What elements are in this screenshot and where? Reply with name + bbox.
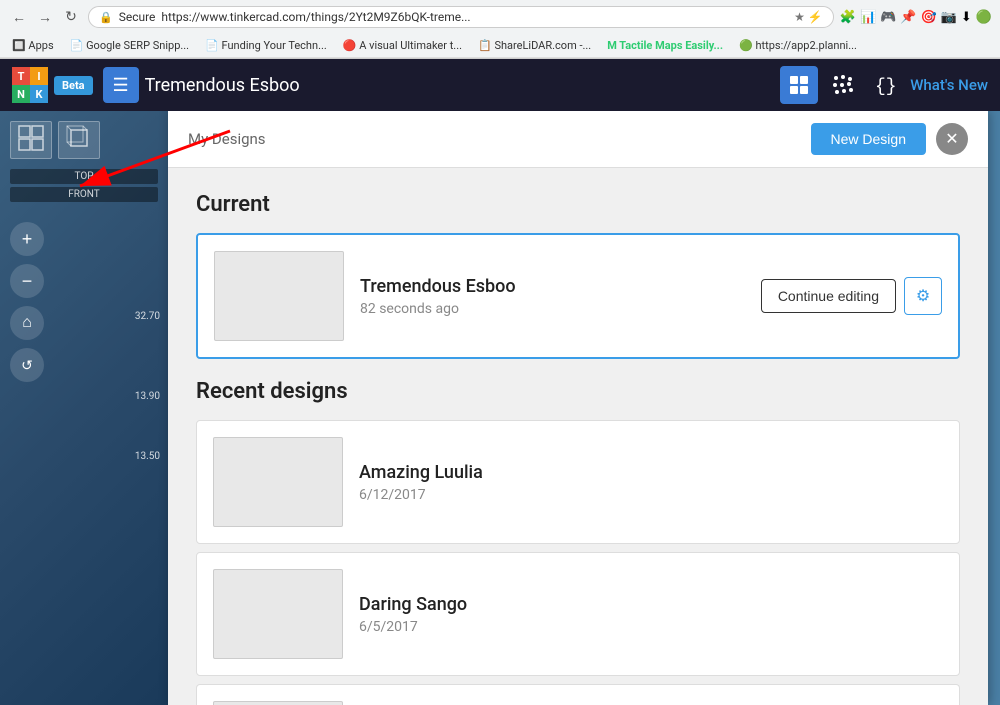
grid-icon <box>789 75 809 95</box>
current-section: Current Tremendous Esboo 82 seconds ago … <box>196 192 960 359</box>
recent-section: Recent designs Amazing Luulia 6/12/2017 <box>196 379 960 705</box>
nav-buttons: ← → ↻ <box>8 6 82 28</box>
rotate-button[interactable]: ↺ <box>10 348 44 382</box>
recent-date-0: 6/12/2017 <box>359 487 943 503</box>
dropdown-header-left: My Designs <box>188 130 266 148</box>
recent-info-1: Daring Sango 6/5/2017 <box>359 594 943 635</box>
bookmark-5[interactable]: M Tactile Maps Easily... <box>603 37 727 54</box>
recent-thumbnail-1 <box>213 569 343 659</box>
recent-design-item-1: Daring Sango 6/5/2017 <box>197 553 959 675</box>
continue-editing-button[interactable]: Continue editing <box>761 279 896 313</box>
menu-icon: ☰ <box>113 75 129 96</box>
secure-label: Secure <box>119 10 156 24</box>
bookmark-6[interactable]: 🟢 https://app2.planni... <box>735 37 861 54</box>
recent-date-1: 6/5/2017 <box>359 619 943 635</box>
zoom-out-button[interactable]: − <box>10 264 44 298</box>
current-design-date: 82 seconds ago <box>360 301 745 317</box>
current-design-card: Tremendous Esboo 82 seconds ago Continue… <box>196 233 960 359</box>
bookmark-apps[interactable]: 🔲 Apps <box>8 37 58 54</box>
current-design-settings-button[interactable]: ⚙ <box>904 277 942 315</box>
top-view-label: TOP <box>10 169 158 184</box>
current-design-info: Tremendous Esboo 82 seconds ago <box>360 276 745 317</box>
menu-button[interactable]: ☰ <box>103 67 139 103</box>
tinkercad-logo[interactable]: T I N K <box>12 67 48 103</box>
grid-view-button[interactable] <box>780 66 818 104</box>
address-bar[interactable]: 🔒 Secure https://www.tinkercad.com/thing… <box>88 6 834 28</box>
bookmark-1[interactable]: 📄 Google SERP Snipp... <box>66 37 193 54</box>
back-button[interactable]: ← <box>8 6 30 28</box>
forward-button[interactable]: → <box>34 6 56 28</box>
coord-13-5: 13.50 <box>135 451 160 462</box>
logo-t: T <box>12 67 30 85</box>
browser-toolbar: ← → ↻ 🔒 Secure https://www.tinkercad.com… <box>0 0 1000 34</box>
main-area: TOP FRONT + − ⌂ ↺ 32.70 13.90 13.50 My D… <box>0 111 1000 705</box>
view-3d-cube[interactable] <box>58 121 100 159</box>
bookmarks-bar: 🔲 Apps 📄 Google SERP Snipp... 📄 Funding … <box>0 34 1000 58</box>
dropdown-header-actions: New Design ✕ <box>811 123 968 155</box>
beta-badge: Beta <box>54 76 93 95</box>
secure-icon: 🔒 <box>99 11 113 24</box>
browser-chrome: ← → ↻ 🔒 Secure https://www.tinkercad.com… <box>0 0 1000 59</box>
app-header: T I N K Beta ☰ Tremendous Esboo <box>0 59 1000 111</box>
dropdown-header: My Designs New Design ✕ <box>168 111 988 168</box>
view-2d-icon <box>17 124 45 152</box>
bookmark-2[interactable]: 📄 Funding Your Techn... <box>201 37 331 54</box>
logo-n: N <box>12 85 30 103</box>
dropdown-body: Current Tremendous Esboo 82 seconds ago … <box>168 168 988 705</box>
recent-info-0: Amazing Luulia 6/12/2017 <box>359 462 943 503</box>
current-design-name: Tremendous Esboo <box>360 276 745 297</box>
home-view-button[interactable]: ⌂ <box>10 306 44 340</box>
whats-new-link[interactable]: What's New <box>910 76 988 94</box>
url-text: https://www.tinkercad.com/things/2Yt2M9Z… <box>161 10 788 24</box>
refresh-button[interactable]: ↻ <box>60 6 82 28</box>
close-button[interactable]: ✕ <box>936 123 968 155</box>
current-section-title: Current <box>196 192 960 217</box>
header-right: {} What's New <box>780 66 988 104</box>
designs-dropdown: My Designs New Design ✕ Current Tremendo… <box>168 111 988 705</box>
left-sidebar: TOP FRONT + − ⌂ ↺ 32.70 13.90 13.50 <box>0 111 168 705</box>
address-actions: ★ ⚡ <box>794 10 823 24</box>
scatter-view-button[interactable] <box>826 68 860 102</box>
logo-k: K <box>30 85 48 103</box>
svg-text:{}: {} <box>875 77 896 96</box>
view-3d-icon <box>65 124 93 152</box>
code-icon: {} <box>874 74 896 96</box>
my-designs-breadcrumb[interactable]: My Designs <box>188 130 266 148</box>
recent-design-card-1[interactable]: Daring Sango 6/5/2017 <box>196 552 960 676</box>
recent-section-title: Recent designs <box>196 379 960 404</box>
recent-design-card-0[interactable]: Amazing Luulia 6/12/2017 <box>196 420 960 544</box>
new-design-button[interactable]: New Design <box>811 123 926 155</box>
recent-design-item-0: Amazing Luulia 6/12/2017 <box>197 421 959 543</box>
recent-design-item-2: Epic Bombul <box>197 685 959 705</box>
bookmark-3[interactable]: 🔴 A visual Ultimaker t... <box>339 37 466 54</box>
extension-icons: 🧩 📊 🎮 📌 🎯 📷 ⬇ 🟢 <box>840 10 992 25</box>
recent-thumbnail-0 <box>213 437 343 527</box>
zoom-in-button[interactable]: + <box>10 222 44 256</box>
logo-i: I <box>30 67 48 85</box>
view-2d-grid[interactable] <box>10 121 52 159</box>
front-view-label: FRONT <box>10 187 158 202</box>
scatter-icon <box>832 74 854 96</box>
settings-icon: ⚙ <box>916 286 930 306</box>
recent-name-0: Amazing Luulia <box>359 462 943 483</box>
bookmark-4[interactable]: 📋 ShareLiDAR.com -... <box>474 37 595 54</box>
code-view-button[interactable]: {} <box>868 68 902 102</box>
current-design-item: Tremendous Esboo 82 seconds ago Continue… <box>198 235 958 357</box>
header-title: Tremendous Esboo <box>145 75 781 96</box>
current-design-actions: Continue editing ⚙ <box>761 277 942 315</box>
recent-name-1: Daring Sango <box>359 594 943 615</box>
current-design-thumbnail <box>214 251 344 341</box>
